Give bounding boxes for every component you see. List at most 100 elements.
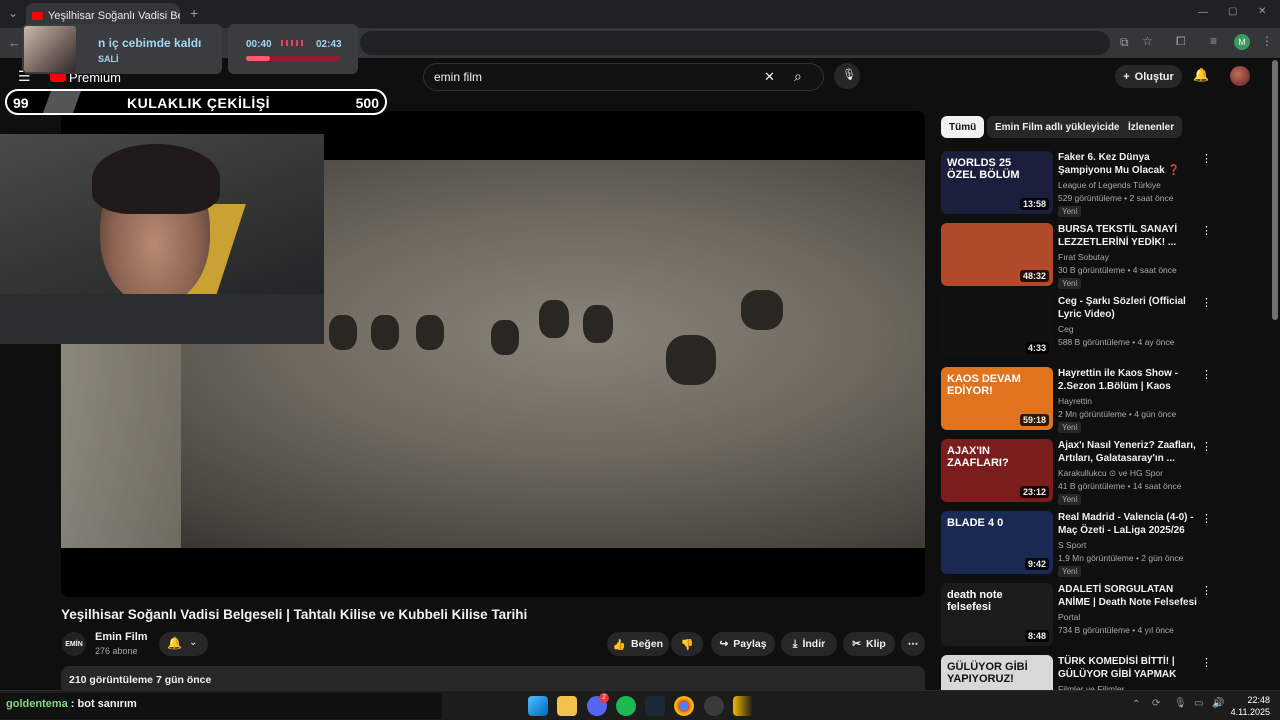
system-clock[interactable]: 22:48 4.11.2025 <box>1230 694 1270 718</box>
profile-avatar[interactable]: M <box>1234 34 1250 50</box>
recommendation-item[interactable]: BLADE 4 0 9:42 Real Madrid - Valencia (4-0… <box>941 511 1212 577</box>
recommendation-channel[interactable]: S Sport <box>1058 540 1086 550</box>
minimize-button[interactable]: — <box>1198 7 1208 18</box>
notifications-bell-icon[interactable]: 🔔 <box>1193 67 1209 83</box>
thumbnail-text: WORLDS 25 ÖZEL BÖLÜM <box>947 157 1020 181</box>
recommendation-thumbnail[interactable]: WORLDS 25 ÖZEL BÖLÜM 13:58 <box>941 151 1053 214</box>
plus-icon: + <box>1123 70 1130 83</box>
discord-icon[interactable]: 2 <box>587 693 609 716</box>
search-box[interactable]: emin film ✕ ⌕ <box>423 63 824 91</box>
video-duration: 48:32 <box>1019 270 1049 282</box>
scrollbar-thumb[interactable] <box>1272 60 1278 320</box>
search-input[interactable]: emin film <box>434 70 482 84</box>
chip-from-uploader[interactable]: Emin Film adlı yükleyiciden <box>987 116 1134 138</box>
like-button[interactable]: 👍 Beğen <box>607 632 669 656</box>
video-duration: 23:12 <box>1019 486 1049 498</box>
thumbnail-text: GÜLÜYOR GİBİ YAPIYORUZ! <box>947 661 1028 685</box>
more-options-icon[interactable]: ⋮ <box>1201 295 1212 311</box>
recommendation-channel[interactable]: League of Legends Türkiye <box>1058 180 1161 190</box>
more-options-icon[interactable]: ⋮ <box>1201 367 1212 383</box>
microphone-tray-icon[interactable]: 🎙 <box>1174 698 1187 709</box>
more-options-icon[interactable]: ⋮ <box>1201 583 1212 599</box>
recommendation-item[interactable]: 4:33 Ceg - Şarkı Sözleri (Official Lyric … <box>941 295 1212 359</box>
recommendation-item[interactable]: AJAX'IN ZAAFLARI? 23:12 Ajax'ı Nasıl Yener… <box>941 439 1212 505</box>
clip-button[interactable]: ✂ Klip <box>843 632 895 656</box>
clock-time: 22:48 <box>1247 695 1270 705</box>
more-options-icon[interactable]: ⋮ <box>1201 511 1212 527</box>
download-button[interactable]: ⤓ İndir <box>781 632 837 656</box>
reading-list-icon[interactable]: ≡ <box>1210 34 1217 48</box>
chip-all[interactable]: Tümü <box>941 116 985 138</box>
recommendation-meta: 30 B görüntüleme • 4 saat önce <box>1058 265 1177 275</box>
elapsed-time: 00:40 <box>246 39 272 50</box>
recommendation-title[interactable]: ADALETİ SORGULATAN ANİME | Death Note Fe… <box>1058 583 1198 609</box>
subscription-bell-button[interactable]: 🔔 ⌄ <box>159 632 208 656</box>
spotify-icon[interactable] <box>616 696 636 716</box>
recommendation-item[interactable]: death note felsefesi 8:48 ADALETİ SORGULAT… <box>941 583 1212 647</box>
album-cover <box>24 26 76 72</box>
recommendation-channel[interactable]: Portal <box>1058 612 1080 622</box>
clear-search-icon[interactable]: ✕ <box>764 69 775 85</box>
recommendation-channel[interactable]: Ceg <box>1058 324 1074 334</box>
account-avatar[interactable] <box>1230 66 1250 86</box>
recommendation-title[interactable]: Ajax'ı Nasıl Yeneriz? Zaafları, Artıları… <box>1058 439 1198 465</box>
recommendation-thumbnail[interactable]: death note felsefesi 8:48 <box>941 583 1053 646</box>
share-button[interactable]: ↪ Paylaş <box>711 632 775 656</box>
tray-chevron-up-icon[interactable]: ⌃ <box>1132 699 1140 710</box>
recommendation-channel[interactable]: Karakullukcu ⊙ ve HG Spor <box>1058 468 1163 479</box>
recommendation-channel[interactable]: Hayrettin <box>1058 396 1092 406</box>
new-badge: Yeni <box>1058 278 1082 289</box>
tab-list-icon[interactable]: ⌄ <box>8 6 18 20</box>
recommendation-thumbnail[interactable]: AJAX'IN ZAAFLARI? 23:12 <box>941 439 1053 502</box>
discord-badge: 2 <box>599 693 609 703</box>
now-playing-overlay: n iç cebimde kaldı SALİ <box>22 24 222 74</box>
app-icon[interactable] <box>733 696 753 716</box>
chrome-icon[interactable] <box>674 696 694 716</box>
more-options-icon[interactable]: ⋮ <box>1201 439 1212 455</box>
chip-watched[interactable]: İzlenenler <box>1120 116 1183 138</box>
menu-icon[interactable]: ⋮ <box>1261 34 1273 48</box>
more-actions-button[interactable]: ⋯ <box>901 632 925 656</box>
voice-search-button[interactable]: 🎙 <box>834 63 860 89</box>
webcam-overlay <box>0 134 324 344</box>
back-icon[interactable]: ← <box>8 35 21 50</box>
file-explorer-icon[interactable] <box>557 696 577 716</box>
dislike-button[interactable]: 👎 <box>671 632 703 656</box>
recommendation-title[interactable]: BURSA TEKSTİL SANAYİ LEZZETLERİNİ YEDİK!… <box>1058 223 1198 249</box>
recommendation-thumbnail[interactable]: BLADE 4 0 9:42 <box>941 511 1053 574</box>
close-window-button[interactable]: ✕ <box>1258 6 1266 17</box>
extensions-icon[interactable]: ⧠ <box>1176 34 1186 49</box>
more-options-icon[interactable]: ⋮ <box>1201 223 1212 239</box>
new-tab-icon[interactable]: + <box>190 5 198 21</box>
more-options-icon[interactable]: ⋮ <box>1201 151 1212 167</box>
recommendation-item[interactable]: 48:32 BURSA TEKSTİL SANAYİ LEZZETLERİNİ Y… <box>941 223 1212 289</box>
channel-name[interactable]: Emin Film <box>95 631 148 643</box>
recommendation-title[interactable]: TÜRK KOMEDİSİ BİTTİ! | GÜLÜYOR GİBİ YAPM… <box>1058 655 1198 681</box>
obs-icon[interactable] <box>704 696 724 716</box>
recommendation-channel[interactable]: Fırat Sobutay <box>1058 252 1109 262</box>
volume-icon[interactable]: 🔊 <box>1212 698 1224 709</box>
steam-icon[interactable] <box>645 696 665 716</box>
maximize-button[interactable]: ▢ <box>1228 6 1237 17</box>
recommendation-title[interactable]: Real Madrid - Valencia (4-0) - Maç Özeti… <box>1058 511 1198 537</box>
recommendation-title[interactable]: Ceg - Şarkı Sözleri (Official Lyric Vide… <box>1058 295 1198 321</box>
omnibox[interactable] <box>360 31 1110 55</box>
search-icon[interactable]: ⌕ <box>794 68 802 85</box>
song-title: n iç cebimde kaldı <box>98 36 202 50</box>
network-icon[interactable]: ▭ <box>1194 698 1203 709</box>
create-button[interactable]: + Oluştur <box>1115 65 1182 88</box>
recommendation-thumbnail[interactable]: 4:33 <box>941 295 1053 358</box>
recommendation-item[interactable]: KAOS DEVAM EDİYOR! 59:18 Hayrettin ile Kao… <box>941 367 1212 433</box>
recommendation-item[interactable]: WORLDS 25 ÖZEL BÖLÜM 13:58 Faker 6. Kez Dü… <box>941 151 1212 217</box>
recommendation-title[interactable]: Faker 6. Kez Dünya Şampiyonu Mu Olacak ❓… <box>1058 151 1198 177</box>
more-options-icon[interactable]: ⋮ <box>1201 655 1212 671</box>
recommendation-thumbnail[interactable]: KAOS DEVAM EDİYOR! 59:18 <box>941 367 1053 430</box>
install-icon[interactable]: ⧉ <box>1120 35 1129 50</box>
recommendation-thumbnail[interactable]: 48:32 <box>941 223 1053 286</box>
bookmark-star-icon[interactable]: ☆ <box>1142 34 1153 48</box>
playback-time-overlay: 00:40 02:43 <box>228 24 358 74</box>
sync-icon[interactable]: ⟳ <box>1152 698 1160 709</box>
recommendation-title[interactable]: Hayrettin ile Kaos Show - 2.Sezon 1.Bölü… <box>1058 367 1198 393</box>
start-menu-icon[interactable] <box>528 696 548 716</box>
channel-avatar[interactable]: EMİN <box>62 632 86 656</box>
